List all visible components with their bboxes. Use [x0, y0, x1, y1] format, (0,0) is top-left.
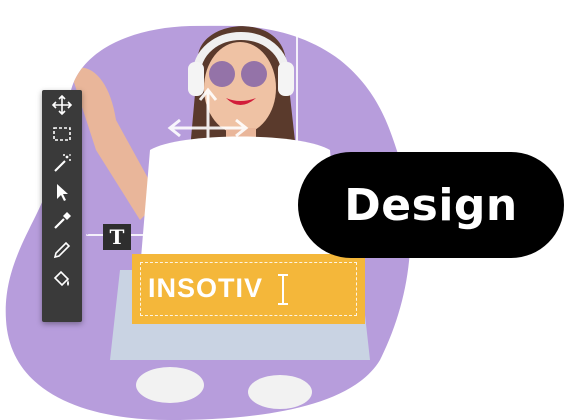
tool-palette: [42, 90, 82, 322]
text-layer-value: INSOTIV: [148, 273, 264, 303]
shoe-right: [248, 375, 312, 409]
pencil-tool[interactable]: [42, 235, 82, 264]
magic-wand-tool[interactable]: [42, 148, 82, 177]
design-badge: Design: [298, 152, 564, 258]
text-cursor-icon: [278, 274, 288, 305]
rect-select-icon: [53, 126, 71, 141]
pointer-arrow-icon: [57, 183, 68, 201]
headphone-cup-right: [278, 62, 294, 96]
text-tool-icon: T: [109, 225, 125, 249]
sunglasses-right: [241, 61, 267, 87]
design-hero-canvas: T INSOTIV Design: [0, 0, 564, 420]
pointer-tool[interactable]: [42, 177, 82, 206]
shoe-left: [136, 367, 204, 403]
eyedropper-tool[interactable]: [42, 206, 82, 235]
selection-marquee-top: [146, 24, 286, 26]
face: [204, 42, 276, 134]
move-tool[interactable]: [42, 90, 82, 119]
design-badge-label: Design: [344, 179, 518, 231]
text-layer-box[interactable]: INSOTIV: [132, 254, 365, 324]
text-tool-button[interactable]: T: [103, 224, 131, 250]
pencil-icon: [53, 241, 71, 258]
paint-bucket-icon: [53, 270, 70, 286]
eyedropper-icon: [54, 211, 71, 229]
sunglasses-left: [209, 61, 235, 87]
magic-wand-icon: [54, 153, 71, 172]
move-arrows-icon: [51, 94, 73, 115]
marquee-tool[interactable]: [42, 119, 82, 148]
paint-bucket-tool[interactable]: [42, 264, 82, 293]
headphone-cup-left: [188, 62, 204, 96]
